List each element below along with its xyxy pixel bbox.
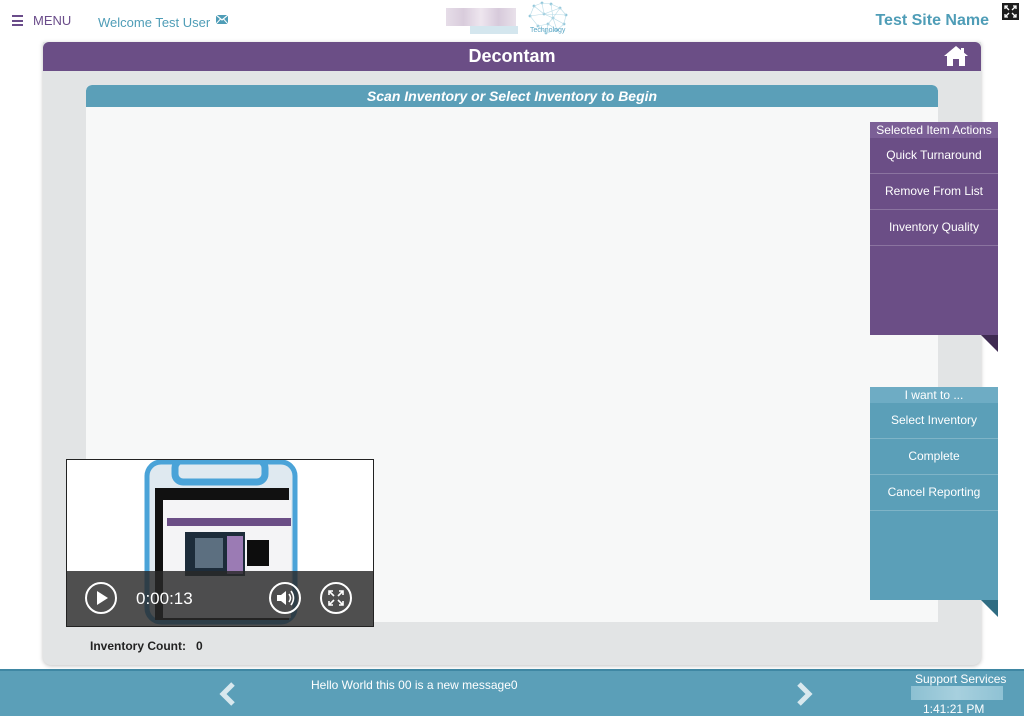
quick-turnaround-button[interactable]: Quick Turnaround [870, 138, 998, 174]
footer-message: Hello World this 00 is a new message0 [311, 678, 518, 692]
logo-text: Technology [530, 27, 566, 34]
hamburger-icon [12, 15, 23, 26]
panel-fold-decoration [981, 335, 998, 352]
selected-item-actions-header: Selected Item Actions [870, 122, 998, 138]
company-logo: Technology [444, 0, 576, 38]
remove-from-list-button[interactable]: Remove From List [870, 174, 998, 210]
select-inventory-button[interactable]: Select Inventory [870, 403, 998, 439]
content-header: Scan Inventory or Select Inventory to Be… [86, 85, 938, 107]
i-want-to-header: I want to ... [870, 387, 998, 403]
page-title: Decontam [468, 46, 556, 66]
support-services-link[interactable]: Support Services [915, 672, 1006, 686]
footer-bar: Hello World this 00 is a new message0 Su… [0, 671, 1024, 716]
play-icon [97, 591, 108, 605]
cancel-reporting-button[interactable]: Cancel Reporting [870, 475, 998, 511]
video-player[interactable]: 0:00:13 [66, 459, 374, 627]
video-time: 0:00:13 [136, 589, 193, 608]
support-phone-redacted [911, 686, 1003, 700]
inventory-count-value: 0 [196, 639, 203, 653]
expand-icon [1004, 5, 1017, 18]
panel-fold-decoration [981, 600, 998, 617]
menu-label: MENU [33, 13, 72, 28]
volume-button[interactable] [269, 582, 301, 614]
home-icon[interactable] [943, 45, 969, 67]
panel-header: Decontam [43, 42, 981, 71]
complete-button[interactable]: Complete [870, 439, 998, 475]
menu-button[interactable]: MENU [12, 13, 71, 28]
inventory-count-label: Inventory Count: [90, 639, 186, 653]
top-bar: MENU Welcome Test User Technology Test S… [0, 0, 1024, 44]
mail-icon[interactable] [216, 15, 228, 24]
i-want-to-panel: I want to ... Select Inventory Complete … [870, 387, 998, 600]
previous-message-icon[interactable] [218, 681, 238, 707]
fullscreen-icon [328, 590, 344, 606]
volume-icon [277, 590, 295, 606]
video-controls: 0:00:13 [67, 571, 373, 626]
welcome-text: Welcome Test User [98, 15, 211, 30]
scan-prompt: Scan Inventory or Select Inventory to Be… [366, 88, 658, 104]
site-name: Test Site Name [875, 12, 989, 29]
fullscreen-button[interactable] [320, 582, 352, 614]
fullscreen-toggle-button[interactable] [1002, 3, 1019, 20]
inventory-count: Inventory Count: 0 [90, 639, 203, 653]
inventory-quality-button[interactable]: Inventory Quality [870, 210, 998, 246]
footer-clock: 1:41:21 PM [923, 702, 985, 716]
play-button[interactable] [85, 582, 117, 614]
selected-item-actions-panel: Selected Item Actions Quick Turnaround R… [870, 122, 998, 335]
next-message-icon[interactable] [794, 681, 814, 707]
